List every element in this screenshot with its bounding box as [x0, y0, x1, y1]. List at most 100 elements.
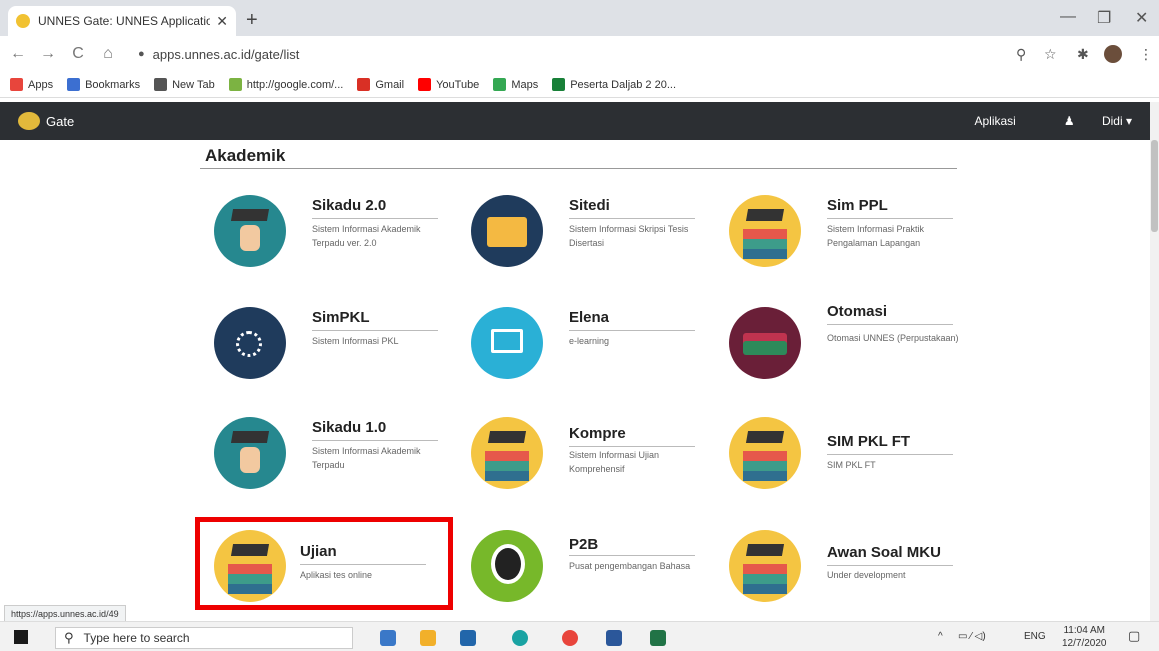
browser-tab[interactable]: UNNES Gate: UNNES Applicatio ✕ — [8, 6, 236, 36]
minimize-icon[interactable]: — — [1060, 8, 1076, 26]
forward-icon[interactable]: → — [36, 45, 60, 63]
app-card-awan-soal-mku[interactable]: Awan Soal MKU Under development — [729, 530, 979, 612]
user-icon: ♟ — [1063, 114, 1075, 128]
monitor-icon — [471, 307, 543, 379]
app-desc: Otomasi UNNES (Perpustakaan) — [827, 333, 959, 343]
url-text: apps.unnes.ac.id/gate/list — [152, 46, 300, 62]
app-card-sikadu-1[interactable]: Sikadu 1.0 Sistem Informasi Akademik Ter… — [214, 417, 464, 499]
extensions-icon[interactable]: ✱ — [1077, 46, 1089, 63]
app-desc: Sistem Informasi Akademik Terpadu — [312, 446, 421, 470]
bookmark-youtube[interactable]: YouTube — [418, 78, 479, 91]
star-icon — [67, 78, 81, 91]
app-name[interactable]: Sikadu 2.0 — [312, 197, 386, 214]
app-desc: Pusat pengembangan Bahasa — [569, 561, 691, 571]
home-icon[interactable]: ⌂ — [96, 45, 120, 63]
tray-chevron-icon[interactable]: ^ — [938, 631, 943, 642]
app-card-sim-pkl-ft[interactable]: SIM PKL FT SIM PKL FT — [729, 417, 979, 499]
app-desc: SIM PKL FT — [827, 460, 876, 470]
section-divider — [200, 168, 957, 169]
windows-start-icon[interactable] — [14, 629, 28, 644]
bookmark-bookmarks[interactable]: Bookmarks — [67, 78, 140, 91]
search-icon: ⚲ — [64, 630, 74, 645]
language-indicator[interactable]: ENG — [1024, 631, 1046, 642]
app-card-simpkl[interactable]: SimPKL Sistem Informasi PKL — [214, 307, 464, 389]
app-name[interactable]: Kompre — [569, 425, 626, 442]
scrollbar-thumb[interactable] — [1151, 140, 1158, 232]
new-tab-button[interactable]: + — [246, 9, 258, 32]
app-name[interactable]: Awan Soal MKU — [827, 544, 941, 561]
restore-icon[interactable]: ❐ — [1097, 8, 1111, 28]
highlight-box — [195, 517, 453, 610]
browser-menu-icon[interactable]: ⋮ — [1139, 46, 1153, 63]
app-navbar: Gate Aplikasi ♟ Didi ▾ — [0, 102, 1150, 140]
folder-icon — [471, 195, 543, 267]
books-graduation-icon — [729, 195, 801, 267]
sheets-icon — [552, 78, 566, 91]
unnes-favicon-icon — [16, 14, 30, 28]
app-name[interactable]: Otomasi — [827, 303, 887, 320]
nav-aplikasi[interactable]: Aplikasi — [975, 114, 1016, 128]
unnes-logo-icon — [18, 112, 40, 130]
app-card-sitedi[interactable]: Sitedi Sistem Informasi Skripsi Tesis Di… — [471, 195, 721, 277]
apps-grid-icon — [10, 78, 23, 91]
close-window-icon[interactable]: ✕ — [1135, 8, 1148, 28]
excel-icon[interactable] — [650, 630, 666, 646]
bookmark-google[interactable]: http://google.com/... — [228, 78, 343, 91]
app-name[interactable]: Sitedi — [569, 197, 610, 214]
notification-icon[interactable]: ▢ — [1128, 628, 1140, 644]
section-title: Akademik — [205, 146, 286, 165]
windows-taskbar: ⚲ Type here to search ^ ▭ ⁄ ◁) ENG 11:04… — [0, 621, 1159, 651]
app-card-elena[interactable]: Elena e-learning — [471, 307, 721, 389]
globe-icon — [154, 78, 168, 91]
app-desc: Sistem Informasi Akademik Terpadu ver. 2… — [312, 224, 421, 248]
globe-icon — [471, 530, 543, 602]
reload-icon[interactable]: C — [66, 45, 90, 63]
app-name[interactable]: Sikadu 1.0 — [312, 419, 386, 436]
books-graduation-icon — [729, 530, 801, 602]
bookmark-star-icon[interactable]: ☆ — [1044, 46, 1057, 63]
zoom-icon[interactable]: ⚲ — [1016, 46, 1026, 63]
bookmark-apps[interactable]: Apps — [10, 78, 53, 91]
lock-icon: ● — [138, 48, 145, 60]
address-bar-row: ← → C ⌂ ● apps.unnes.ac.id/gate/list — [0, 36, 1159, 72]
close-tab-icon[interactable]: ✕ — [216, 13, 228, 30]
app-name[interactable]: SimPKL — [312, 309, 370, 326]
profile-avatar[interactable] — [1104, 45, 1122, 63]
edge-icon[interactable] — [512, 630, 528, 646]
file-explorer-icon[interactable] — [420, 630, 436, 646]
sikadu-graduation-icon — [214, 195, 286, 267]
url-field[interactable]: ● apps.unnes.ac.id/gate/list — [138, 42, 1063, 66]
chrome-icon[interactable] — [562, 630, 578, 646]
tab-title: UNNES Gate: UNNES Applicatio — [38, 14, 211, 28]
book-icon — [729, 307, 801, 379]
books-graduation-icon — [471, 417, 543, 489]
bookmark-peserta[interactable]: Peserta Daljab 2 20... — [552, 78, 676, 91]
app-name[interactable]: P2B — [569, 536, 598, 553]
taskbar-search-input[interactable]: ⚲ Type here to search — [55, 627, 353, 649]
mail-icon[interactable] — [460, 630, 476, 646]
app-desc: Sistem Informasi Praktik Pengalaman Lapa… — [827, 224, 925, 248]
bookmark-maps[interactable]: Maps — [493, 78, 538, 91]
app-name[interactable]: Elena — [569, 309, 609, 326]
brand-link[interactable]: Gate — [18, 112, 74, 130]
bookmark-gmail[interactable]: Gmail — [357, 78, 404, 91]
app-card-otomasi[interactable]: Otomasi Otomasi UNNES (Perpustakaan) — [729, 303, 979, 389]
tray-system-icons[interactable]: ▭ ⁄ ◁) — [958, 631, 986, 642]
app-name[interactable]: Sim PPL — [827, 197, 888, 214]
app-card-kompre[interactable]: Kompre Sistem Informasi Ujian Komprehens… — [471, 417, 721, 499]
app-card-sim-ppl[interactable]: Sim PPL Sistem Informasi Praktik Pengala… — [729, 195, 979, 277]
app-desc: Sistem Informasi PKL — [312, 336, 399, 346]
taskview-icon[interactable] — [380, 630, 396, 646]
browser-tab-bar: UNNES Gate: UNNES Applicatio ✕ + — ❐ ✕ — [0, 0, 1159, 36]
user-menu[interactable]: ♟ Didi ▾ — [1040, 114, 1132, 128]
app-card-sikadu-2[interactable]: Sikadu 2.0 Sistem Informasi Akademik Ter… — [214, 195, 464, 277]
word-icon[interactable] — [606, 630, 622, 646]
app-name[interactable]: SIM PKL FT — [827, 433, 910, 450]
gmail-icon — [357, 78, 371, 91]
bookmark-new-tab[interactable]: New Tab — [154, 78, 215, 91]
app-card-p2b[interactable]: P2B Pusat pengembangan Bahasa — [471, 530, 721, 612]
maps-icon — [493, 78, 507, 91]
gear-network-icon — [214, 307, 286, 379]
taskbar-clock[interactable]: 11:04 AM 12/7/2020 — [1062, 624, 1107, 650]
back-icon[interactable]: ← — [6, 45, 30, 63]
